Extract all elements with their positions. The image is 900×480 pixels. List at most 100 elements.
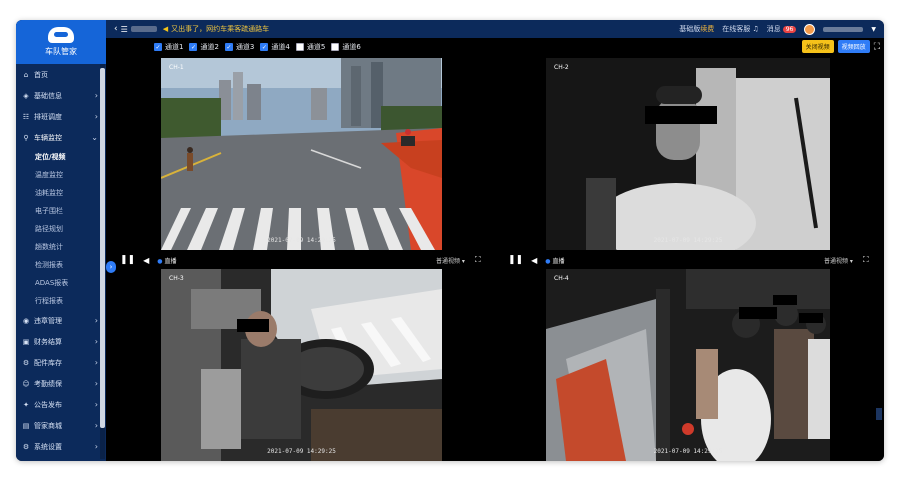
support-link[interactable]: 在线客服 ♫ (722, 24, 759, 34)
sidebar-item-location-pin[interactable]: ⚲ 车辆监控 ⌄ (16, 127, 100, 148)
sidebar-scrollbar[interactable] (100, 64, 105, 459)
sidebar-scrollbar-thumb[interactable] (100, 68, 105, 428)
channel-checkbox-2[interactable]: ✓ 通道2 (189, 41, 219, 53)
collapse-panel-icon[interactable]: › (106, 261, 116, 273)
submenu-item[interactable]: 定位/视频 (16, 148, 100, 166)
channel-label: 通道1 (165, 43, 184, 51)
video-tile-ch2[interactable]: CH-2 2021-07-09 14:29:25 (546, 58, 830, 250)
channel-checkbox-3[interactable]: ✓ 通道3 (224, 41, 255, 53)
sidebar-item-label: 配件库存 (34, 358, 62, 367)
submenu-item[interactable]: 油耗监控 (16, 184, 100, 202)
sidebar-item-label: 管家商城 (34, 421, 62, 430)
video-tile-ch3[interactable]: CH-3 2021-07-09 14:29:25 (161, 269, 442, 461)
bus-logo-icon (48, 27, 74, 43)
quality-selector[interactable]: 普通视频 ▾ (436, 256, 465, 265)
checkbox-empty-icon[interactable] (295, 43, 304, 51)
submenu-item[interactable]: 趟数统计 (16, 238, 100, 256)
live-label: 直播 (552, 257, 565, 265)
sidebar-item-label: 财务结算 (34, 337, 62, 346)
version-label: 基础版 (679, 25, 701, 33)
sidebar: 车队管家 ⌂ 首页 ◈ 基础信息 › ☷ 排班调度 › ⚲ 车辆监控 ⌄ 定位/视频 温度监控 油耗监控电… (16, 20, 106, 461)
fullscreen-icon[interactable]: ⛶ (863, 255, 869, 265)
sidebar-item-violation[interactable]: ◉ 违章管理 › (16, 310, 100, 331)
channel-label: 通道4 (271, 43, 290, 51)
sidebar-item-mall[interactable]: ▤ 管家商城 › (16, 415, 100, 436)
messages-badge: 96 (782, 26, 797, 33)
channel-label: CH-2 (554, 64, 569, 71)
submenu-item[interactable]: ADAS报表 (16, 274, 100, 292)
video-tile-ch1[interactable]: CH-1 2021-07-09 14:29:25 (161, 58, 442, 250)
face-redaction (773, 295, 797, 305)
sidebar-item-label: 车辆监控 (34, 133, 62, 142)
submenu-item[interactable]: 温度监控 (16, 166, 100, 184)
chevron-right-icon: › (94, 337, 98, 346)
avatar[interactable] (804, 23, 816, 35)
app-logo[interactable]: 车队管家 (16, 20, 106, 64)
close-video-button[interactable]: 关闭视频 (801, 40, 834, 53)
quality-selector[interactable]: 普通视频 ▾ (824, 256, 853, 265)
sidebar-item-finance[interactable]: ▣ 财务结算 › (16, 331, 100, 352)
channel-checkbox-1[interactable]: ✓ 通道1 (154, 41, 183, 53)
video-timestamp: 2021-07-09 14:29:25 (653, 448, 723, 455)
checkbox-checked-icon[interactable]: ✓ (154, 43, 162, 51)
back-chevron-icon[interactable]: ‹ (114, 24, 118, 34)
pause-icon[interactable]: ❚❚ (508, 255, 523, 265)
volume-icon[interactable]: ◀ (143, 256, 149, 265)
submenu-item[interactable]: 检测报表 (16, 256, 100, 274)
channel-checkbox-5[interactable]: 通道5 (295, 41, 325, 53)
chevron-right-icon: › (94, 112, 98, 121)
video-playback-button[interactable]: 视频回放 (837, 40, 870, 53)
ch2-playback-controls: ❚❚ ◀ ● 直播 (508, 253, 565, 267)
finance-icon: ▣ (22, 337, 30, 346)
sidebar-item-announcement[interactable]: ✦ 公告发布 › (16, 394, 100, 415)
submenu-item[interactable]: 路径规划 (16, 220, 100, 238)
channel-checkbox-6[interactable]: 通道6 (331, 41, 361, 53)
video-monitor-area: ✓ 通道1 ✓ 通道2 ✓ 通道3 ✓ 通道4 通道5 通道6 关闭视频 视频回放 ⛶ (106, 38, 884, 461)
submenu-item[interactable]: 行程报表 (16, 292, 100, 310)
menu-toggle-icon[interactable]: ☰ (121, 25, 128, 34)
version-info: 基础版续费 (679, 24, 714, 34)
checkbox-checked-icon[interactable]: ✓ (224, 43, 233, 51)
channel-label: 通道3 (235, 43, 255, 51)
sidebar-item-parts[interactable]: ⚙ 配件库存 › (16, 352, 100, 373)
location-pin-icon: ⚲ (23, 133, 29, 142)
video-timestamp: 2021-07-09 14:29:25 (267, 448, 336, 455)
ch1-right-controls: 普通视频 ▾ ⛶ (436, 253, 481, 267)
face-redaction (645, 106, 717, 124)
volume-icon[interactable]: ◀ (531, 256, 537, 265)
sidebar-item-attendance[interactable]: ☺ 考勤绩保 › (16, 373, 100, 394)
layers-icon: ◈ (23, 91, 29, 100)
chevron-right-icon: › (94, 421, 98, 430)
sidebar-item-schedule[interactable]: ☷ 排班调度 › (16, 106, 100, 127)
headset-icon: ♫ (752, 25, 759, 33)
sidebar-item-label: 首页 (34, 70, 48, 79)
messages-link[interactable]: 消息 96 (767, 24, 797, 34)
speaker-icon: ◀ (162, 25, 169, 33)
chevron-right-icon: › (94, 316, 98, 325)
face-redaction (739, 307, 777, 319)
chevron-right-icon: › (94, 400, 98, 409)
user-dropdown-caret-icon[interactable]: ▼ (871, 26, 876, 33)
video-tile-ch4[interactable]: CH-4 2021-07-09 14:29:25 (546, 269, 830, 461)
fullscreen-all-icon[interactable]: ⛶ (874, 42, 880, 52)
chevron-down-icon: ⌄ (91, 133, 98, 142)
renew-link[interactable]: 续费 (700, 25, 714, 33)
notice-text[interactable]: 又出事了，网约车乘客疏通路车 (171, 24, 269, 34)
sidebar-item-layers[interactable]: ◈ 基础信息 › (16, 85, 100, 106)
right-scroll-indicator[interactable] (876, 408, 882, 420)
fullscreen-icon[interactable]: ⛶ (475, 255, 481, 265)
video-timestamp: 2021-07-09 14:29:25 (267, 237, 336, 244)
violation-icon: ◉ (22, 316, 30, 325)
channel-checkbox-4[interactable]: ✓ 通道4 (260, 41, 290, 53)
pause-icon[interactable]: ❚❚ (120, 255, 135, 265)
checkbox-empty-icon[interactable] (331, 43, 340, 51)
chevron-right-icon: › (94, 358, 98, 367)
checkbox-checked-icon[interactable]: ✓ (260, 43, 269, 51)
sidebar-item-settings[interactable]: ⚙ 系统设置 › (16, 436, 100, 457)
submenu-item[interactable]: 电子围栏 (16, 202, 100, 220)
blurred-username[interactable] (823, 26, 864, 32)
checkbox-checked-icon[interactable]: ✓ (189, 43, 198, 51)
ch3-video-frame (161, 269, 442, 461)
support-label: 在线客服 (722, 25, 751, 33)
sidebar-item-home[interactable]: ⌂ 首页 (16, 64, 100, 85)
